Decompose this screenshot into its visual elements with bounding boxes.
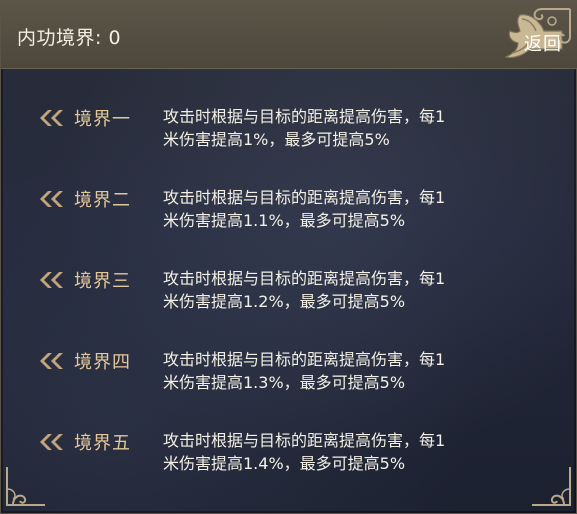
level-row-1: 境界一 攻击时根据与目标的距离提高伤害，每1 米伤害提高1%，最多可提高5% [1, 97, 577, 178]
description-line-2: 米伤害提高1.4%，最多可提高5% [163, 454, 406, 473]
double-chevron-left-icon [40, 110, 63, 126]
level-row-3: 境界三 攻击时根据与目标的距离提高伤害，每1 米伤害提高1.2%，最多可提高5% [1, 259, 577, 340]
level-name: 境界三 [74, 271, 131, 292]
level-name: 境界二 [74, 190, 131, 211]
description-line-2: 米伤害提高1.3%，最多可提高5% [163, 373, 406, 392]
level-row-4: 境界四 攻击时根据与目标的距离提高伤害，每1 米伤害提高1.3%，最多可提高5% [1, 340, 577, 421]
description-line-1: 攻击时根据与目标的距离提高伤害，每1 [163, 269, 446, 288]
cloud-swirl-ornament-icon [533, 8, 571, 44]
description-line-1: 攻击时根据与目标的距离提高伤害，每1 [163, 350, 446, 369]
description-line-1: 攻击时根据与目标的距离提高伤害，每1 [163, 188, 446, 207]
level-name: 境界五 [74, 433, 131, 454]
page-title: 内功境界: 0 [17, 27, 122, 49]
cloud-swirl-ornament-icon [532, 467, 571, 506]
description-line-2: 米伤害提高1.2%，最多可提高5% [163, 292, 406, 311]
double-chevron-left-icon [40, 434, 63, 450]
double-chevron-left-icon [40, 353, 63, 369]
double-chevron-left-icon [40, 191, 63, 207]
level-description: 攻击时根据与目标的距离提高伤害，每1 米伤害提高1.3%，最多可提高5% [163, 348, 563, 394]
level-name: 境界四 [74, 352, 131, 373]
level-list: 境界一 攻击时根据与目标的距离提高伤害，每1 米伤害提高1%，最多可提高5% 境… [1, 97, 577, 502]
description-line-1: 攻击时根据与目标的距离提高伤害，每1 [163, 107, 446, 126]
internal-skill-panel: 内功境界: 0 返回 境界一 攻击时根据与目标的距离提高伤害，每1 米伤害提高1… [0, 0, 577, 514]
level-row-2: 境界二 攻击时根据与目标的距离提高伤害，每1 米伤害提高1.1%，最多可提高5% [1, 178, 577, 259]
level-row-5: 境界五 攻击时根据与目标的距离提高伤害，每1 米伤害提高1.4%，最多可提高5% [1, 421, 577, 502]
double-chevron-left-icon [40, 272, 63, 288]
panel-header: 内功境界: 0 返回 [1, 1, 577, 69]
cloud-swirl-ornament-icon [6, 467, 45, 506]
level-description: 攻击时根据与目标的距离提高伤害，每1 米伤害提高1%，最多可提高5% [163, 105, 563, 151]
level-description: 攻击时根据与目标的距离提高伤害，每1 米伤害提高1.1%，最多可提高5% [163, 186, 563, 232]
level-description: 攻击时根据与目标的距离提高伤害，每1 米伤害提高1.4%，最多可提高5% [163, 429, 563, 475]
level-description: 攻击时根据与目标的距离提高伤害，每1 米伤害提高1.2%，最多可提高5% [163, 267, 563, 313]
description-line-2: 米伤害提高1.1%，最多可提高5% [163, 211, 406, 230]
description-line-2: 米伤害提高1%，最多可提高5% [163, 130, 390, 149]
description-line-1: 攻击时根据与目标的距离提高伤害，每1 [163, 431, 446, 450]
level-name: 境界一 [74, 109, 131, 130]
